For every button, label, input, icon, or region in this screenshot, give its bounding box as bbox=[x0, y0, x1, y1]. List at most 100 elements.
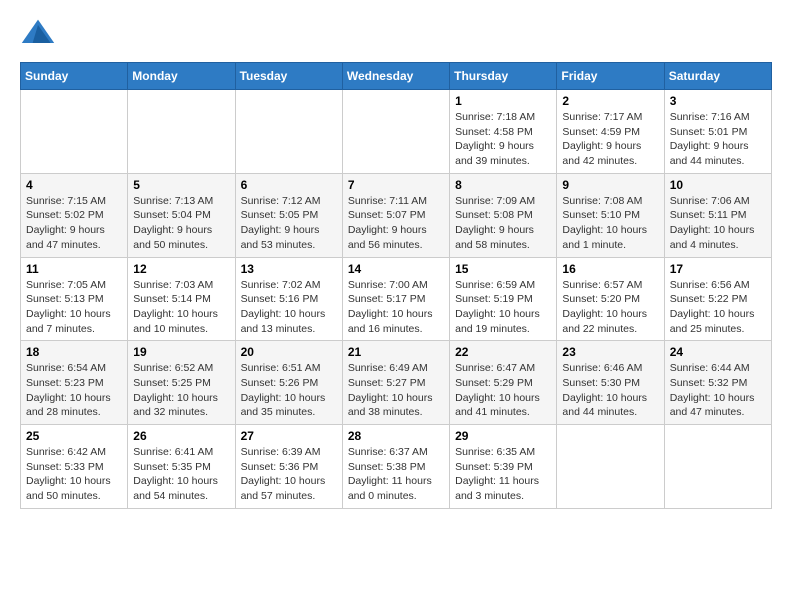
calendar-cell: 25 Sunrise: 6:42 AM Sunset: 5:33 PM Dayli… bbox=[21, 425, 128, 509]
week-row-5: 25 Sunrise: 6:42 AM Sunset: 5:33 PM Dayli… bbox=[21, 425, 772, 509]
calendar-cell: 5 Sunrise: 7:13 AM Sunset: 5:04 PM Daylig… bbox=[128, 173, 235, 257]
day-number: 19 bbox=[133, 345, 229, 359]
day-number: 17 bbox=[670, 262, 766, 276]
day-info: Sunrise: 7:02 AM Sunset: 5:16 PM Dayligh… bbox=[241, 278, 337, 337]
calendar-cell: 7Sunrise: 7:11 AM Sunset: 5:07 PM Daylig… bbox=[342, 173, 449, 257]
day-number: 18 bbox=[26, 345, 122, 359]
day-number: 10 bbox=[670, 178, 766, 192]
day-number: 1 bbox=[455, 94, 551, 108]
day-info: Sunrise: 7:08 AM Sunset: 5:10 PM Dayligh… bbox=[562, 194, 658, 253]
day-number: 8 bbox=[455, 178, 551, 192]
day-info: Sunrise: 6:49 AM Sunset: 5:27 PM Dayligh… bbox=[348, 361, 444, 420]
week-row-2: 4 Sunrise: 7:15 AM Sunset: 5:02 PM Daylig… bbox=[21, 173, 772, 257]
calendar-cell: 19 Sunrise: 6:52 AM Sunset: 5:25 PM Dayli… bbox=[128, 341, 235, 425]
day-number: 29 bbox=[455, 429, 551, 443]
calendar-cell: 15 Sunrise: 6:59 AM Sunset: 5:19 PM Dayli… bbox=[450, 257, 557, 341]
day-info: Sunrise: 7:13 AM Sunset: 5:04 PM Dayligh… bbox=[133, 194, 229, 253]
calendar-cell: 14 Sunrise: 7:00 AM Sunset: 5:17 PM Dayli… bbox=[342, 257, 449, 341]
calendar-cell: 23 Sunrise: 6:46 AM Sunset: 5:30 PM Dayli… bbox=[557, 341, 664, 425]
calendar-cell bbox=[128, 90, 235, 174]
day-info: Sunrise: 6:51 AM Sunset: 5:26 PM Dayligh… bbox=[241, 361, 337, 420]
day-info: Sunrise: 7:18 AM Sunset: 4:58 PM Dayligh… bbox=[455, 110, 551, 169]
day-info: Sunrise: 7:03 AM Sunset: 5:14 PM Dayligh… bbox=[133, 278, 229, 337]
day-number: 14 bbox=[348, 262, 444, 276]
day-info: Sunrise: 7:12 AM Sunset: 5:05 PM Dayligh… bbox=[241, 194, 337, 253]
calendar-cell: 8 Sunrise: 7:09 AM Sunset: 5:08 PM Daylig… bbox=[450, 173, 557, 257]
calendar-cell: 12 Sunrise: 7:03 AM Sunset: 5:14 PM Dayli… bbox=[128, 257, 235, 341]
calendar-cell: 16Sunrise: 6:57 AM Sunset: 5:20 PM Dayli… bbox=[557, 257, 664, 341]
day-number: 9 bbox=[562, 178, 658, 192]
day-info: Sunrise: 6:59 AM Sunset: 5:19 PM Dayligh… bbox=[455, 278, 551, 337]
day-info: Sunrise: 7:17 AM Sunset: 4:59 PM Dayligh… bbox=[562, 110, 658, 169]
calendar-cell: 10 Sunrise: 7:06 AM Sunset: 5:11 PM Dayli… bbox=[664, 173, 771, 257]
calendar-cell: 3 Sunrise: 7:16 AM Sunset: 5:01 PM Daylig… bbox=[664, 90, 771, 174]
calendar-cell: 20 Sunrise: 6:51 AM Sunset: 5:26 PM Dayli… bbox=[235, 341, 342, 425]
day-number: 13 bbox=[241, 262, 337, 276]
day-info: Sunrise: 7:00 AM Sunset: 5:17 PM Dayligh… bbox=[348, 278, 444, 337]
weekday-header-row: SundayMondayTuesdayWednesdayThursdayFrid… bbox=[21, 63, 772, 90]
page-header bbox=[20, 16, 772, 52]
calendar-cell: 24Sunrise: 6:44 AM Sunset: 5:32 PM Dayli… bbox=[664, 341, 771, 425]
calendar-cell bbox=[664, 425, 771, 509]
day-number: 27 bbox=[241, 429, 337, 443]
calendar-cell: 2 Sunrise: 7:17 AM Sunset: 4:59 PM Daylig… bbox=[557, 90, 664, 174]
day-info: Sunrise: 7:16 AM Sunset: 5:01 PM Dayligh… bbox=[670, 110, 766, 169]
calendar-cell: 18Sunrise: 6:54 AM Sunset: 5:23 PM Dayli… bbox=[21, 341, 128, 425]
day-number: 4 bbox=[26, 178, 122, 192]
calendar-cell: 28 Sunrise: 6:37 AM Sunset: 5:38 PM Dayli… bbox=[342, 425, 449, 509]
calendar-cell: 22 Sunrise: 6:47 AM Sunset: 5:29 PM Dayli… bbox=[450, 341, 557, 425]
day-info: Sunrise: 6:39 AM Sunset: 5:36 PM Dayligh… bbox=[241, 445, 337, 504]
calendar-table: SundayMondayTuesdayWednesdayThursdayFrid… bbox=[20, 62, 772, 509]
day-number: 3 bbox=[670, 94, 766, 108]
calendar-cell: 13 Sunrise: 7:02 AM Sunset: 5:16 PM Dayli… bbox=[235, 257, 342, 341]
day-number: 22 bbox=[455, 345, 551, 359]
calendar-cell: 17 Sunrise: 6:56 AM Sunset: 5:22 PM Dayli… bbox=[664, 257, 771, 341]
calendar-cell bbox=[557, 425, 664, 509]
calendar-cell bbox=[21, 90, 128, 174]
day-number: 2 bbox=[562, 94, 658, 108]
day-info: Sunrise: 6:56 AM Sunset: 5:22 PM Dayligh… bbox=[670, 278, 766, 337]
day-info: Sunrise: 6:37 AM Sunset: 5:38 PM Dayligh… bbox=[348, 445, 444, 504]
week-row-3: 11Sunrise: 7:05 AM Sunset: 5:13 PM Dayli… bbox=[21, 257, 772, 341]
day-number: 5 bbox=[133, 178, 229, 192]
day-info: Sunrise: 7:06 AM Sunset: 5:11 PM Dayligh… bbox=[670, 194, 766, 253]
weekday-header-sunday: Sunday bbox=[21, 63, 128, 90]
calendar-cell: 11Sunrise: 7:05 AM Sunset: 5:13 PM Dayli… bbox=[21, 257, 128, 341]
day-number: 20 bbox=[241, 345, 337, 359]
day-number: 21 bbox=[348, 345, 444, 359]
day-number: 12 bbox=[133, 262, 229, 276]
weekday-header-thursday: Thursday bbox=[450, 63, 557, 90]
calendar-cell: 9 Sunrise: 7:08 AM Sunset: 5:10 PM Daylig… bbox=[557, 173, 664, 257]
calendar-cell bbox=[235, 90, 342, 174]
calendar-cell: 6 Sunrise: 7:12 AM Sunset: 5:05 PM Daylig… bbox=[235, 173, 342, 257]
day-info: Sunrise: 6:46 AM Sunset: 5:30 PM Dayligh… bbox=[562, 361, 658, 420]
logo-icon bbox=[20, 16, 56, 52]
day-number: 7 bbox=[348, 178, 444, 192]
day-number: 26 bbox=[133, 429, 229, 443]
logo bbox=[20, 16, 60, 52]
weekday-header-wednesday: Wednesday bbox=[342, 63, 449, 90]
day-info: Sunrise: 6:52 AM Sunset: 5:25 PM Dayligh… bbox=[133, 361, 229, 420]
day-number: 25 bbox=[26, 429, 122, 443]
day-number: 15 bbox=[455, 262, 551, 276]
day-number: 6 bbox=[241, 178, 337, 192]
weekday-header-saturday: Saturday bbox=[664, 63, 771, 90]
weekday-header-tuesday: Tuesday bbox=[235, 63, 342, 90]
day-info: Sunrise: 7:15 AM Sunset: 5:02 PM Dayligh… bbox=[26, 194, 122, 253]
calendar-cell: 4 Sunrise: 7:15 AM Sunset: 5:02 PM Daylig… bbox=[21, 173, 128, 257]
day-number: 24 bbox=[670, 345, 766, 359]
day-info: Sunrise: 7:05 AM Sunset: 5:13 PM Dayligh… bbox=[26, 278, 122, 337]
day-info: Sunrise: 6:47 AM Sunset: 5:29 PM Dayligh… bbox=[455, 361, 551, 420]
day-info: Sunrise: 7:09 AM Sunset: 5:08 PM Dayligh… bbox=[455, 194, 551, 253]
day-info: Sunrise: 6:42 AM Sunset: 5:33 PM Dayligh… bbox=[26, 445, 122, 504]
weekday-header-friday: Friday bbox=[557, 63, 664, 90]
day-info: Sunrise: 6:41 AM Sunset: 5:35 PM Dayligh… bbox=[133, 445, 229, 504]
calendar-cell: 21 Sunrise: 6:49 AM Sunset: 5:27 PM Dayli… bbox=[342, 341, 449, 425]
day-number: 28 bbox=[348, 429, 444, 443]
day-info: Sunrise: 6:57 AM Sunset: 5:20 PM Dayligh… bbox=[562, 278, 658, 337]
calendar-cell: 26 Sunrise: 6:41 AM Sunset: 5:35 PM Dayli… bbox=[128, 425, 235, 509]
calendar-cell: 29Sunrise: 6:35 AM Sunset: 5:39 PM Dayli… bbox=[450, 425, 557, 509]
weekday-header-monday: Monday bbox=[128, 63, 235, 90]
calendar-cell: 27 Sunrise: 6:39 AM Sunset: 5:36 PM Dayli… bbox=[235, 425, 342, 509]
day-number: 23 bbox=[562, 345, 658, 359]
